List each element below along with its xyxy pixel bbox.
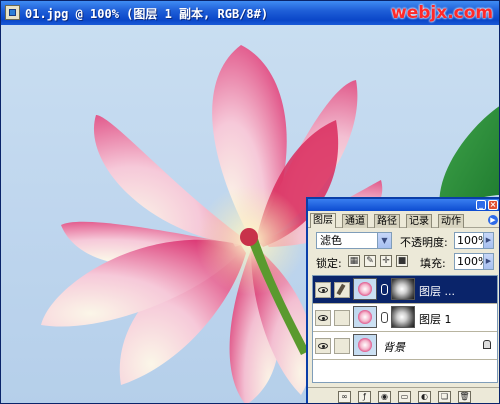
- layer-row[interactable]: 图层 1: [313, 304, 497, 332]
- opacity-label: 不透明度:: [400, 236, 448, 249]
- document-title: 01.jpg @ 100% (图层 1 副本, RGB/8#): [25, 7, 269, 21]
- blend-mode-value: 滤色: [320, 234, 342, 247]
- tab-history[interactable]: 记录: [406, 214, 432, 228]
- opacity-slider-arrow-icon[interactable]: ▶: [483, 232, 494, 249]
- layer-thumbnail: [353, 334, 377, 356]
- brush-slot-empty[interactable]: [334, 338, 350, 354]
- layers-list: 图层 ... 图层 1 背景: [312, 275, 498, 383]
- panel-title-bar[interactable]: _ ×: [308, 199, 499, 211]
- layer-mask-thumbnail[interactable]: [391, 278, 415, 300]
- folder-icon[interactable]: ▭: [398, 391, 411, 403]
- chain-link-icon[interactable]: [381, 312, 388, 323]
- blend-mode-select[interactable]: 滤色 ▼: [316, 232, 392, 249]
- layer-style-icon[interactable]: ƒ: [358, 391, 371, 403]
- lock-transparency-icon[interactable]: ▦: [348, 255, 360, 267]
- layer-name[interactable]: 背景: [383, 339, 405, 355]
- layer-row[interactable]: 背景: [313, 332, 497, 360]
- layer-row[interactable]: 图层 ...: [313, 276, 497, 304]
- blend-row: 滤色 ▼ 不透明度: 100% ▶: [312, 232, 498, 250]
- photoshop-document-window: 01.jpg @ 100% (图层 1 副本, RGB/8#) webjx.co…: [0, 0, 500, 404]
- minimize-icon[interactable]: _: [476, 200, 486, 210]
- panel-tabs: 图层 通道 路径 记录 动作 ▶: [308, 212, 499, 228]
- document-icon: [5, 5, 20, 20]
- fill-slider-arrow-icon[interactable]: ▶: [483, 253, 494, 270]
- tab-layers[interactable]: 图层: [310, 213, 336, 228]
- tab-paths[interactable]: 路径: [374, 214, 400, 228]
- lock-pixels-icon[interactable]: ✎: [364, 255, 376, 267]
- lock-position-icon[interactable]: ✛: [380, 255, 392, 267]
- adjustment-icon[interactable]: ◐: [418, 391, 431, 403]
- layers-panel: _ × 图层 通道 路径 记录 动作 ▶ 滤色 ▼ 不透明度: 100% ▶ 锁…: [306, 197, 499, 403]
- layer-lock-icon: [483, 340, 491, 349]
- lock-row: 锁定: ▦ ✎ ✛ ■ 填充: 100% ▶: [312, 253, 498, 271]
- close-icon[interactable]: ×: [488, 200, 498, 210]
- chevron-down-icon[interactable]: ▼: [377, 233, 391, 248]
- link-icon[interactable]: ∞: [338, 391, 351, 403]
- visibility-eye-icon[interactable]: [315, 282, 331, 298]
- mask-icon[interactable]: ◉: [378, 391, 391, 403]
- fill-label: 填充:: [420, 257, 446, 270]
- panel-menu-icon[interactable]: ▶: [488, 215, 498, 225]
- opacity-field[interactable]: 100% ▶: [454, 232, 494, 249]
- brush-icon[interactable]: [334, 282, 350, 298]
- tab-channels[interactable]: 通道: [342, 214, 368, 228]
- chain-link-icon[interactable]: [381, 284, 388, 295]
- layer-thumbnail: [353, 278, 377, 300]
- layer-name[interactable]: 图层 ...: [419, 283, 455, 299]
- trash-icon[interactable]: 🗑: [458, 391, 471, 403]
- layer-mask-thumbnail[interactable]: [391, 306, 415, 328]
- layer-name[interactable]: 图层 1: [419, 311, 452, 327]
- layer-thumbnail: [353, 306, 377, 328]
- tab-actions[interactable]: 动作: [438, 214, 464, 228]
- brush-slot-empty[interactable]: [334, 310, 350, 326]
- visibility-eye-icon[interactable]: [315, 338, 331, 354]
- title-bar[interactable]: 01.jpg @ 100% (图层 1 副本, RGB/8#) webjx.co…: [1, 1, 499, 25]
- panel-bottom-toolbar: ∞ ƒ ◉ ▭ ◐ ❏ 🗑: [308, 387, 499, 403]
- lock-all-icon[interactable]: ■: [396, 255, 408, 267]
- fill-field[interactable]: 100% ▶: [454, 253, 494, 270]
- visibility-eye-icon[interactable]: [315, 310, 331, 326]
- new-layer-icon[interactable]: ❏: [438, 391, 451, 403]
- lock-label: 锁定:: [316, 257, 342, 270]
- watermark-text: webjx.com: [391, 3, 494, 23]
